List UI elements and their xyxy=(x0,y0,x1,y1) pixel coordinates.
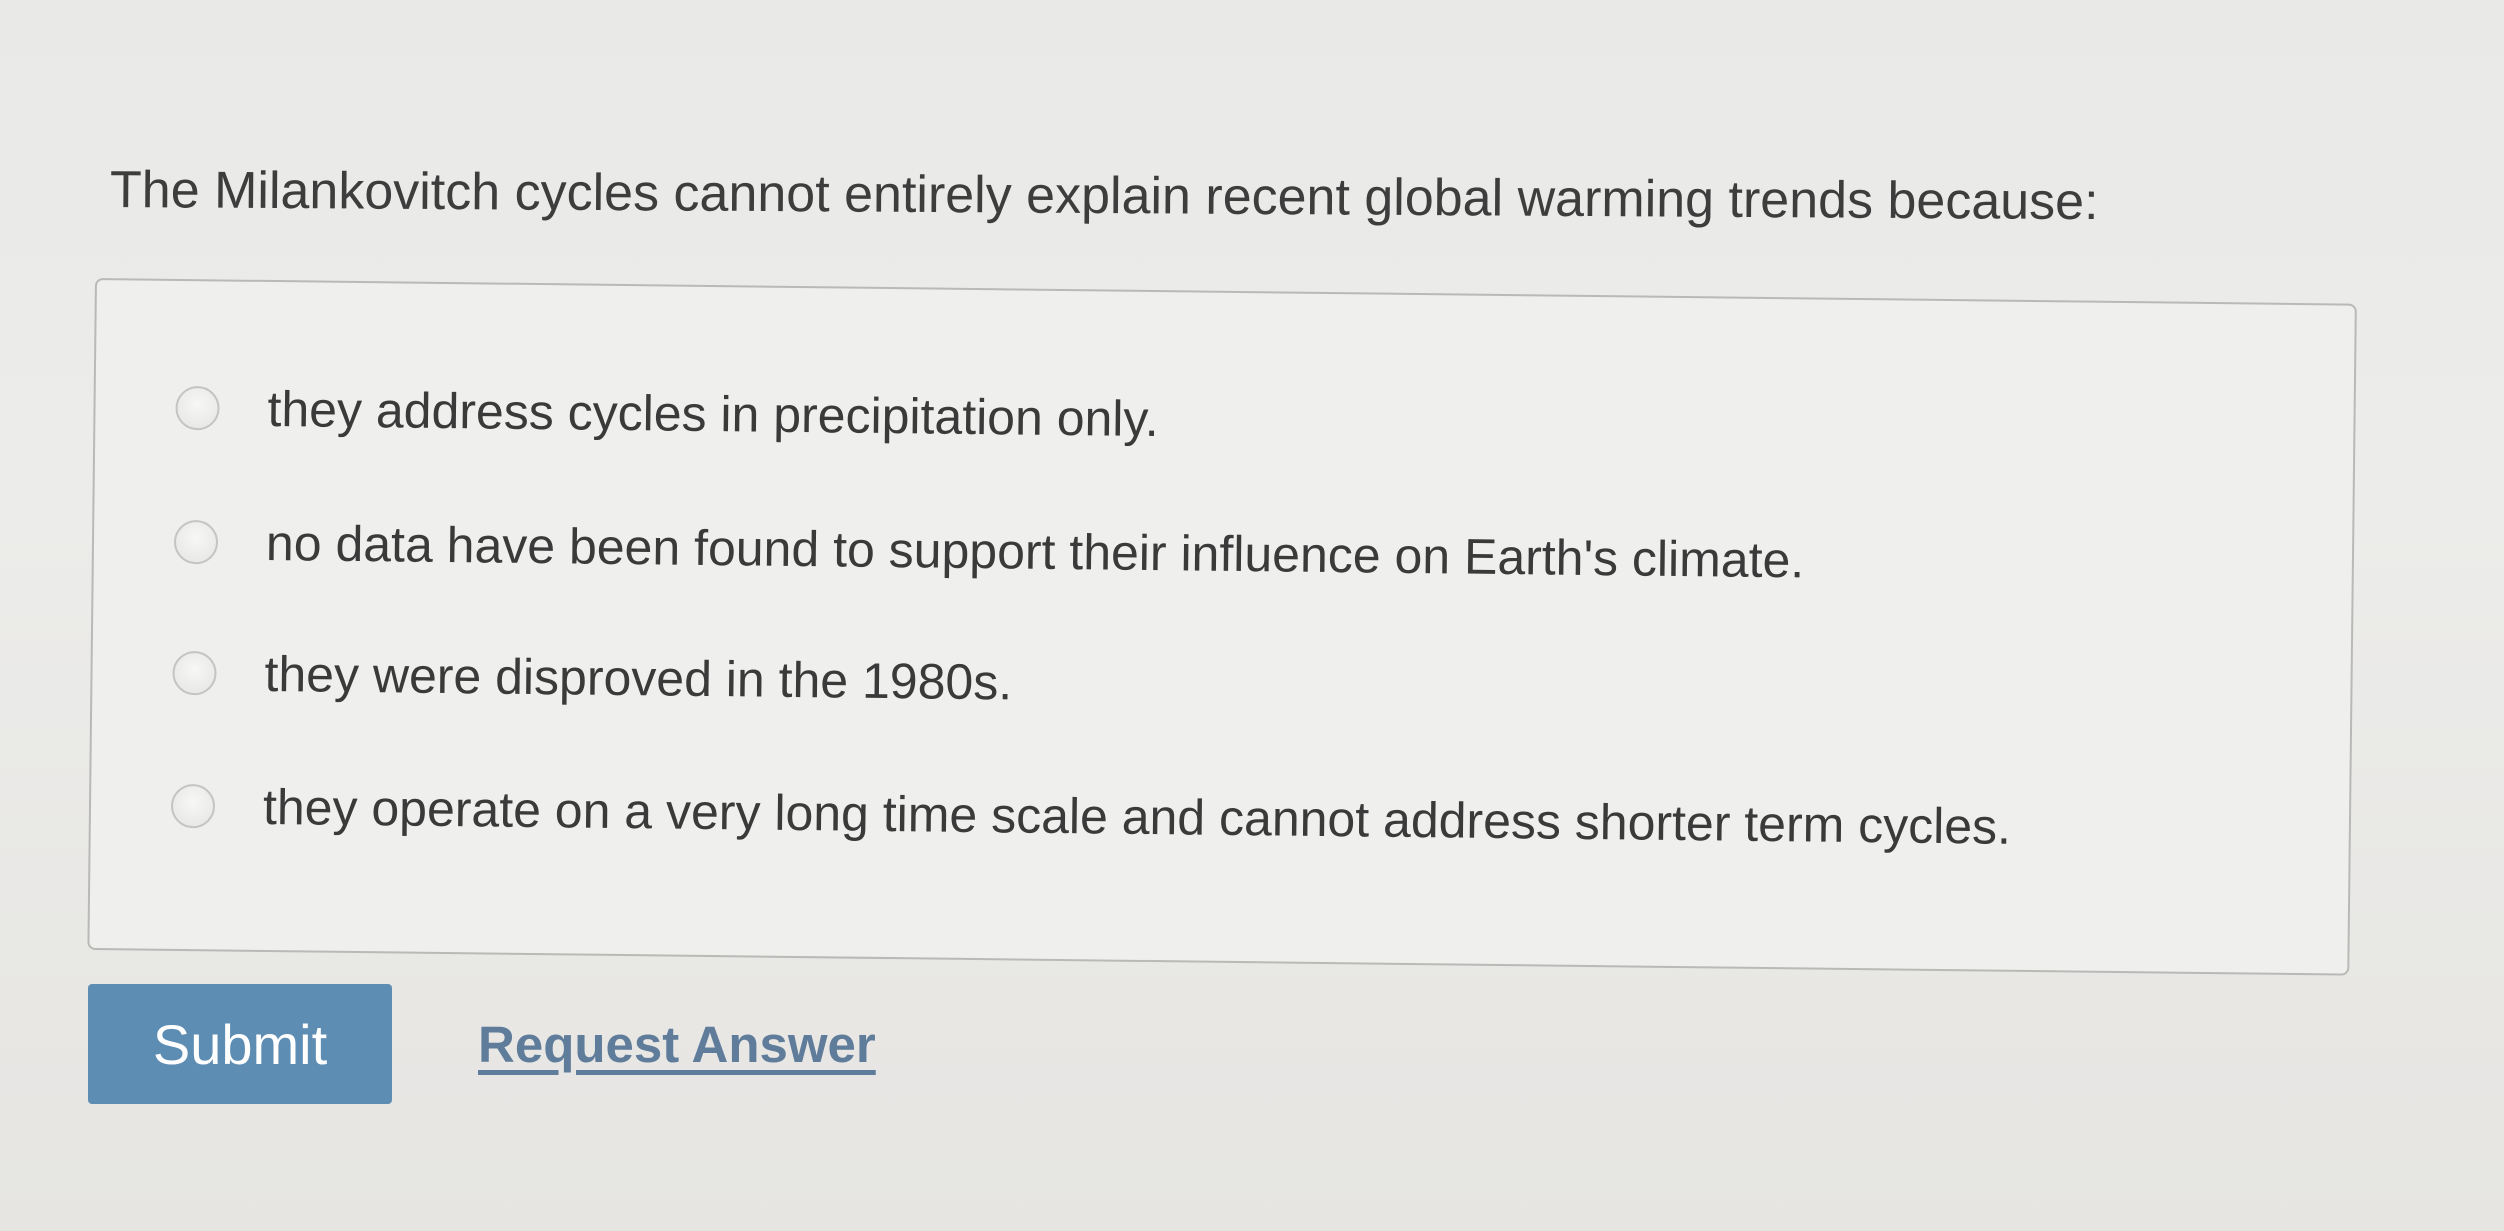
question-text: The Milankovitch cycles cannot entirely … xyxy=(109,161,2099,232)
option-2-label[interactable]: no data have been found to support their… xyxy=(266,514,1805,589)
option-4-label[interactable]: they operate on a very long time scale a… xyxy=(263,778,2012,856)
request-answer-link[interactable]: Request Answer xyxy=(478,1015,876,1074)
option-3[interactable]: they were disproved in the 1980s. xyxy=(172,644,1012,712)
radio-button-1[interactable] xyxy=(175,385,220,431)
option-2[interactable]: no data have been found to support their… xyxy=(173,513,1805,589)
radio-button-4[interactable] xyxy=(170,783,216,829)
radio-button-3[interactable] xyxy=(172,650,217,696)
option-3-label[interactable]: they were disproved in the 1980s. xyxy=(264,645,1012,711)
option-1-label[interactable]: they address cycles in precipitation onl… xyxy=(267,380,1159,448)
radio-button-2[interactable] xyxy=(173,519,219,565)
option-4[interactable]: they operate on a very long time scale a… xyxy=(170,777,2012,856)
answer-options: they address cycles in precipitation onl… xyxy=(87,278,2357,976)
option-1[interactable]: they address cycles in precipitation onl… xyxy=(175,379,1159,448)
submit-button[interactable]: Submit xyxy=(88,984,392,1104)
